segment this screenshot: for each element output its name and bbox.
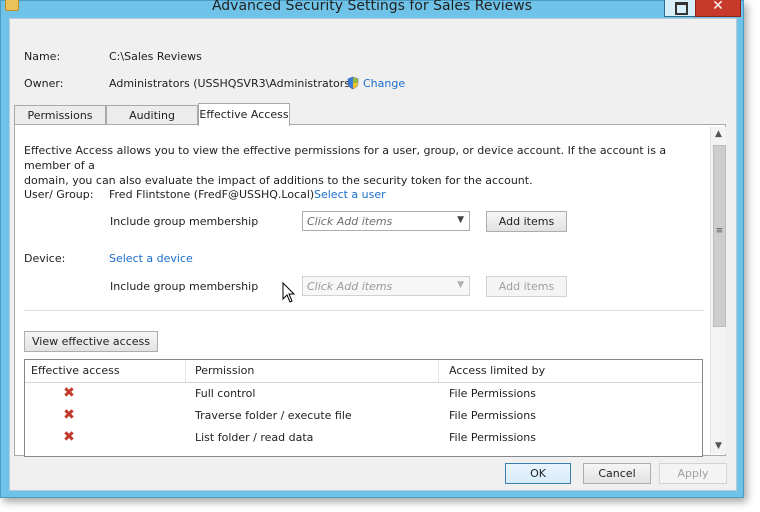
deny-x-icon: ✖: [63, 407, 75, 423]
effective-access-description: Effective Access allows you to view the …: [24, 143, 704, 188]
view-effective-access-button[interactable]: View effective access: [24, 331, 158, 352]
vertical-scrollbar[interactable]: ▲ ≡ ▼: [710, 127, 726, 454]
effective-access-table: Effective access Permission Access limit…: [24, 359, 703, 457]
permission-cell: Traverse folder / execute file: [195, 409, 352, 422]
column-header-permission[interactable]: Permission: [195, 364, 254, 377]
access-limited-by-cell: File Permissions: [449, 409, 536, 422]
deny-x-icon: ✖: [63, 385, 75, 401]
column-header-access-limited-by[interactable]: Access limited by: [449, 364, 545, 377]
device-add-items-button[interactable]: Add items: [486, 276, 567, 297]
apply-button[interactable]: Apply: [659, 463, 727, 484]
device-include-group-membership-label: Include group membership: [110, 280, 259, 293]
owner-label: Owner:: [24, 77, 64, 90]
window-title: Advanced Security Settings for Sales Rev…: [211, 0, 533, 14]
description-line-1: Effective Access allows you to view the …: [24, 144, 667, 172]
permission-cell: Full control: [195, 387, 256, 400]
user-group-value: Fred Flintstone (FredF@USSHQ.Local): [109, 188, 315, 201]
close-icon: ✕: [712, 0, 724, 14]
table-header: Effective access Permission Access limit…: [25, 360, 702, 383]
shield-icon: [347, 76, 359, 90]
scroll-up-icon[interactable]: ▲: [711, 127, 726, 141]
mouse-pointer-icon: [282, 282, 296, 303]
permission-cell: List folder / read data: [195, 431, 314, 444]
tab-permissions[interactable]: Permissions: [14, 105, 106, 125]
user-group-membership-combo[interactable]: Click Add items ▼: [302, 211, 470, 231]
scroll-down-icon[interactable]: ▼: [711, 439, 726, 453]
section-divider: [24, 310, 704, 311]
table-row[interactable]: ✖ Traverse folder / execute file File Pe…: [25, 405, 702, 427]
ok-button[interactable]: OK: [505, 463, 571, 484]
combo-placeholder: Click Add items: [307, 280, 393, 293]
include-group-membership-label: Include group membership: [110, 215, 259, 228]
description-line-2: domain, you can also evaluate the impact…: [24, 174, 533, 187]
tab-effective-access[interactable]: Effective Access: [198, 103, 290, 126]
column-separator[interactable]: [438, 360, 439, 382]
column-separator[interactable]: [185, 360, 186, 382]
tab-auditing[interactable]: Auditing: [106, 105, 198, 125]
owner-value: Administrators (USSHQSVR3\Administrators…: [109, 77, 355, 90]
scroll-thumb[interactable]: ≡: [713, 145, 726, 327]
chevron-down-icon: ▼: [457, 215, 464, 225]
device-label: Device:: [24, 252, 66, 265]
table-row[interactable]: ✖ Full control File Permissions: [25, 383, 702, 405]
select-device-link[interactable]: Select a device: [109, 252, 193, 265]
chevron-down-icon: ▼: [457, 280, 464, 290]
name-label: Name:: [24, 50, 61, 63]
name-value: C:\Sales Reviews: [109, 50, 202, 63]
combo-placeholder: Click Add items: [307, 215, 393, 228]
table-row[interactable]: ✖ List folder / read data File Permissio…: [25, 427, 702, 449]
user-group-label: User/ Group:: [24, 188, 94, 201]
select-user-link[interactable]: Select a user: [314, 188, 386, 201]
title-bar[interactable]: Advanced Security Settings for Sales Rev…: [1, 0, 743, 17]
device-group-membership-combo[interactable]: Click Add items ▼: [302, 276, 470, 296]
access-limited-by-cell: File Permissions: [449, 431, 536, 444]
deny-x-icon: ✖: [63, 429, 75, 445]
column-header-effective-access[interactable]: Effective access: [31, 364, 120, 377]
grip-icon: ≡: [715, 226, 724, 236]
maximize-button[interactable]: [664, 0, 696, 17]
change-owner-link[interactable]: Change: [363, 77, 405, 90]
maximize-icon: [675, 2, 688, 15]
cancel-button[interactable]: Cancel: [583, 463, 651, 484]
close-button[interactable]: ✕: [695, 0, 741, 17]
access-limited-by-cell: File Permissions: [449, 387, 536, 400]
add-items-button[interactable]: Add items: [486, 211, 567, 232]
